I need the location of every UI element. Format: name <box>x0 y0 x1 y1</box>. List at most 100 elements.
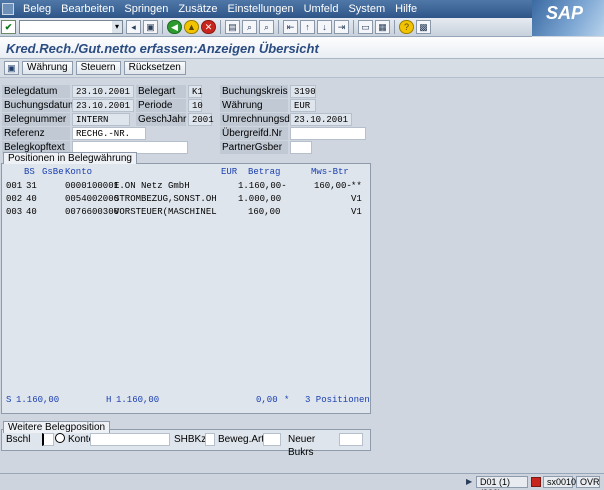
row-betrag: 1.160,00- <box>238 181 287 191</box>
positions-count: 3 Positionen <box>305 395 370 405</box>
row-code: V1 <box>351 207 362 217</box>
row-konto: 0076600300 <box>65 207 120 217</box>
debit-label: S <box>6 395 12 405</box>
umrechnungsdat-field: 23.10.2001 <box>290 113 352 126</box>
partnergsber-input[interactable] <box>290 141 312 154</box>
buchungskreis-field: 3190 <box>290 85 316 98</box>
credit-label: H <box>106 395 112 405</box>
umrechnungsdat-label: Umrechnungsdat <box>220 113 299 126</box>
menu-item-system[interactable]: System <box>343 0 390 18</box>
row-bs: 31 <box>26 181 37 191</box>
history-icon[interactable]: ◂ <box>126 20 141 34</box>
prev-page-icon[interactable]: ↑ <box>300 20 315 34</box>
last-page-icon[interactable]: ⇥ <box>334 20 349 34</box>
status-system[interactable]: D01 (1) (900) <box>476 476 528 490</box>
bschl-input[interactable] <box>42 433 54 446</box>
back-icon[interactable]: ◀ <box>167 20 182 34</box>
periode-label: Periode <box>136 99 186 112</box>
new-session-icon[interactable]: ▭ <box>358 20 373 34</box>
row-betrag: 160,00 <box>248 207 281 217</box>
shbkz-label: SHBKz <box>174 434 207 445</box>
chevron-down-icon[interactable]: ▾ <box>112 21 122 33</box>
belegnummer-label: Belegnummer <box>2 113 70 126</box>
row-code: V1 <box>351 194 362 204</box>
status-bar: ▶ D01 (1) (900) sx0010 OVR <box>0 473 604 490</box>
print-icon[interactable]: ▤ <box>225 20 240 34</box>
menu-item-einstellungen[interactable]: Einstellungen <box>223 0 299 18</box>
sap-logo: SAP <box>532 0 604 36</box>
toolbar-separator <box>394 20 395 34</box>
credit-total: 1.160,00 <box>116 395 160 405</box>
uebergreifd-input[interactable] <box>290 127 366 140</box>
partnergsber-label: PartnerGsber <box>220 141 288 154</box>
difference-marker: * <box>284 395 290 405</box>
debit-total: 1.160,00 <box>16 395 60 405</box>
toolbar-separator <box>353 20 354 34</box>
find-next-icon[interactable]: ⌕ <box>259 20 274 34</box>
bewegart-label: Beweg.Art <box>218 434 265 445</box>
page-title: Kred.Rech./Gut.netto erfassen:Anzeigen Ü… <box>6 41 319 56</box>
waehrung-button[interactable]: Währung <box>22 61 73 75</box>
row-nr: 001 <box>6 181 23 191</box>
row-name: STROMBEZUG,SONST.OH <box>114 194 217 204</box>
choose-icon[interactable]: ▣ <box>4 61 19 75</box>
menu-item-umfeld[interactable]: Umfeld <box>299 0 344 18</box>
row-nr: 002 <box>6 194 23 204</box>
steuern-button[interactable]: Steuern <box>75 61 121 75</box>
command-field[interactable]: ▾ <box>19 20 123 34</box>
col-header-betrag: Betrag <box>248 167 281 177</box>
shortcut-icon[interactable]: ▦ <box>375 20 390 34</box>
cancel-icon[interactable]: ✕ <box>201 20 216 34</box>
row-bs: 40 <box>26 194 37 204</box>
status-lock-icon <box>531 477 541 487</box>
waehrung-label: Währung <box>220 99 288 112</box>
buchungsdatum-label: Buchungsdatum <box>2 99 77 112</box>
status-expand-icon[interactable]: ▶ <box>466 477 474 487</box>
help-icon[interactable]: ? <box>399 20 414 34</box>
next-page-icon[interactable]: ↓ <box>317 20 332 34</box>
bewegart-input[interactable] <box>263 433 281 446</box>
neuer-bukrs-label: Neuer Bukrs <box>288 434 316 458</box>
konto-input[interactable] <box>90 433 170 446</box>
menu-item-beleg[interactable]: Beleg <box>18 0 56 18</box>
shbkz-input[interactable] <box>205 433 215 446</box>
periode-field: 10 <box>188 99 203 112</box>
table-row[interactable]: 003 40 0076600300 VORSTEUER(MASCHINEL 16… <box>6 206 368 218</box>
positions-tab: Positionen in Belegwährung <box>3 152 137 164</box>
buchungskreis-label: Buchungskreis <box>220 85 288 98</box>
exit-icon[interactable]: ▲ <box>184 20 199 34</box>
menu-item-springen[interactable]: Springen <box>119 0 173 18</box>
save-icon[interactable]: ▣ <box>143 20 158 34</box>
status-mode[interactable]: OVR <box>576 476 600 488</box>
buchungsdatum-field: 23.10.2001 <box>72 99 134 112</box>
geschjahr-field: 2001 <box>188 113 214 126</box>
system-menu-icon[interactable] <box>2 3 14 15</box>
referenz-input[interactable]: RECHG.-NR. LIEF. <box>72 127 146 151</box>
menu-item-zusaetze[interactable]: Zusätze <box>173 0 222 18</box>
cursor-circle-icon <box>55 433 65 443</box>
find-icon[interactable]: ⌕ <box>242 20 257 34</box>
referenz-label: Referenz <box>2 127 70 140</box>
belegart-field: K1 <box>188 85 203 98</box>
neuer-bukrs-input[interactable] <box>339 433 363 446</box>
ruecksetzen-button[interactable]: Rücksetzen <box>123 61 186 75</box>
first-page-icon[interactable]: ⇤ <box>283 20 298 34</box>
check-icon[interactable]: ✔ <box>1 20 16 34</box>
table-row[interactable]: 002 40 0054002000 STROMBEZUG,SONST.OH 1.… <box>6 193 368 205</box>
application-toolbar: ▣ Währung Steuern Rücksetzen <box>0 59 604 78</box>
row-konto: 0000100001 <box>65 181 120 191</box>
row-betrag: 1.000,00 <box>238 194 282 204</box>
bschl-label: Bschl <box>6 434 31 445</box>
row-konto: 0054002000 <box>65 194 120 204</box>
layout-icon[interactable]: ▩ <box>416 20 431 34</box>
toolbar-separator <box>162 20 163 34</box>
col-header-bs: BS <box>24 167 35 177</box>
geschjahr-label: GeschJahr <box>136 113 187 126</box>
waehrung-field: EUR <box>290 99 316 112</box>
belegdatum-label: Belegdatum <box>2 85 70 98</box>
row-code: ** <box>351 181 362 191</box>
menu-item-bearbeiten[interactable]: Bearbeiten <box>56 0 119 18</box>
table-row[interactable]: 001 31 0000100001 E.ON Netz GmbH 1.160,0… <box>6 180 368 192</box>
konto-label: Konto <box>68 434 95 445</box>
menu-item-hilfe[interactable]: Hilfe <box>390 0 422 18</box>
